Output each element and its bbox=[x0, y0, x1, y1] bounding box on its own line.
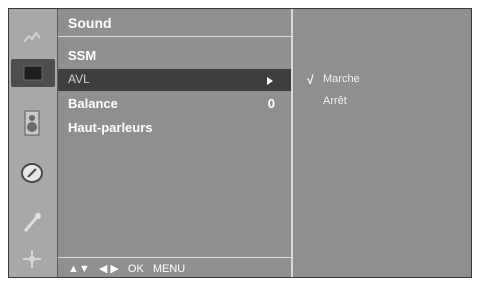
input-icon[interactable] bbox=[17, 245, 47, 273]
menu-title: Sound bbox=[68, 15, 112, 31]
menu-item-ssm[interactable]: SSM bbox=[58, 45, 291, 67]
picture-icon[interactable] bbox=[17, 23, 47, 51]
menu-item-balance[interactable]: Balance 0 bbox=[58, 93, 291, 115]
speaker-icon[interactable] bbox=[17, 109, 47, 137]
up-down-arrows-icon: ▲▼ bbox=[68, 263, 90, 275]
category-rail bbox=[9, 9, 58, 277]
left-right-arrows-icon: ◀ ▶ bbox=[98, 263, 119, 275]
title-divider bbox=[58, 36, 291, 37]
menu-key-label: MENU bbox=[152, 263, 186, 275]
avl-submenu-panel: √ Marche Arrêt bbox=[293, 9, 471, 277]
key-guide: ▲▼ ◀ ▶ OK MENU bbox=[68, 262, 191, 275]
ok-key-label: OK bbox=[127, 263, 144, 275]
time-icon[interactable] bbox=[17, 159, 47, 187]
menu-item-label: AVL bbox=[68, 72, 90, 86]
option-label: Marche bbox=[323, 73, 360, 85]
sound-icon[interactable] bbox=[11, 59, 55, 87]
footer-divider bbox=[58, 257, 291, 258]
option-icon[interactable] bbox=[17, 209, 47, 237]
menu-item-label: Balance bbox=[68, 96, 118, 111]
menu-item-label: Haut-parleurs bbox=[68, 120, 153, 135]
sound-menu-panel: Sound SSM AVL Balance 0 Haut-parleurs ▲▼… bbox=[58, 9, 293, 277]
menu-item-haut-parleurs[interactable]: Haut-parleurs bbox=[58, 117, 291, 139]
tv-osd-screen: Sound SSM AVL Balance 0 Haut-parleurs ▲▼… bbox=[8, 8, 472, 278]
balance-value: 0 bbox=[267, 96, 275, 111]
menu-item-avl[interactable]: AVL bbox=[58, 69, 291, 91]
menu-item-label: SSM bbox=[68, 48, 97, 63]
submenu-arrow-icon bbox=[267, 77, 273, 85]
option-label: Arrêt bbox=[323, 95, 347, 107]
checkmark-icon: √ bbox=[307, 73, 314, 87]
